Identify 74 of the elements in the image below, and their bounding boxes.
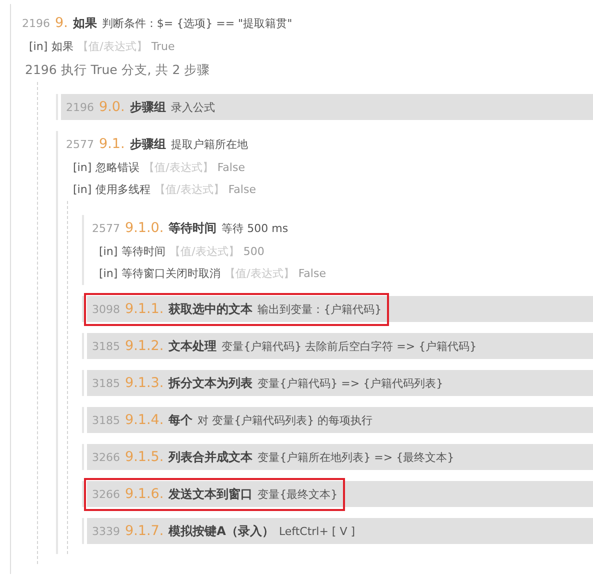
step-number: 9.0. — [99, 98, 125, 114]
param-type: 【值/表达式】 — [154, 182, 224, 198]
step-description: 变量{最终文本} — [258, 486, 338, 502]
step-row[interactable]: 3339 9.1.7. 模拟按键A（录入） LeftCtrl+ [ V ] — [87, 518, 593, 544]
line-number: 2196 — [22, 16, 50, 30]
param-name: 等待窗口关闭时取消 — [122, 266, 221, 282]
step-title: 模拟按键A（录入） — [168, 522, 274, 540]
step-title: 文本处理 — [168, 338, 217, 354]
step-description: 判断条件：$= {选项} == "提取籍贯" — [102, 16, 292, 30]
param-direction: [in] — [29, 39, 48, 55]
step-title: 步骤组 — [130, 98, 166, 116]
step-number: 9.1.7. — [125, 522, 164, 538]
line-number: 3266 — [92, 488, 120, 500]
step-description: 对 变量{户籍代码列表} 的每项执行 — [198, 412, 373, 428]
line-number: 2196 — [25, 61, 57, 79]
line-number: 3098 — [92, 302, 120, 316]
step-title: 如果 — [72, 14, 97, 32]
param-value: True — [151, 39, 175, 55]
step-number: 9.1.1. — [125, 300, 164, 316]
step-description: LeftCtrl+ [ V ] — [278, 524, 356, 538]
param-name: 等待时间 — [122, 244, 166, 260]
step-title: 获取选中的文本 — [168, 300, 253, 318]
step-title: 列表合并成文本 — [168, 448, 253, 466]
step-row[interactable]: 3185 9.1.4. 每个 对 变量{户籍代码列表} 的每项执行 — [87, 407, 593, 433]
param-value: 500 — [243, 244, 264, 260]
param-direction: [in] — [73, 182, 92, 198]
param-name: 忽略错误 — [96, 160, 140, 176]
step-title: 步骤组 — [130, 136, 166, 152]
param-type: 【值/表达式】 — [224, 266, 294, 282]
step-number: 9.1.5. — [125, 448, 164, 464]
param-direction: [in] — [99, 266, 118, 282]
step-description: 变量{户籍代码} 去除前后空白字符 => {户籍代码} — [222, 338, 477, 354]
param-value: False — [298, 266, 326, 282]
param-name: 使用多线程 — [96, 182, 151, 198]
step-row[interactable]: 3185 9.1.2. 文本处理 变量{户籍代码} 去除前后空白字符 => {户籍代码} — [87, 333, 593, 359]
step-title: 发送文本到窗口 — [168, 486, 253, 502]
param-value: False — [228, 182, 256, 198]
step-description: 提取户籍所在地 — [170, 136, 248, 152]
step-number: 9.1.2. — [125, 338, 164, 354]
param-value: False — [217, 160, 245, 176]
step-title: 等待时间 — [168, 220, 217, 236]
step-row[interactable]: 2577 9.1. 步骤组 提取户籍所在地 — [61, 131, 593, 157]
line-number: 3185 — [92, 414, 120, 426]
step-title: 拆分文本为列表 — [168, 374, 253, 392]
param-type: 【值/表达式】 — [170, 244, 240, 260]
step-row[interactable]: 2577 9.1.0. 等待时间 等待 500 ms — [87, 215, 593, 241]
line-number: 3339 — [92, 524, 120, 538]
line-number: 2196 — [66, 100, 94, 114]
line-number: 3185 — [92, 376, 120, 390]
step-row[interactable]: 3185 9.1.3. 拆分文本为列表 变量{户籍代码} => {户籍代码列表} — [87, 370, 593, 396]
step-row[interactable]: 2196 9.0. 步骤组 录入公式 — [61, 94, 593, 120]
param-direction: [in] — [99, 244, 118, 260]
step-description: 等待 500 ms — [222, 220, 288, 236]
step-number: 9.1.0. — [125, 220, 164, 236]
line-number: 2577 — [66, 138, 94, 150]
param-type: 【值/表达式】 — [78, 39, 148, 55]
step-description: 录入公式 — [170, 100, 215, 114]
step-number: 9.1. — [99, 136, 125, 152]
line-number: 3185 — [92, 340, 120, 352]
step-row[interactable]: 3266 9.1.5. 列表合并成文本 变量{户籍所在地列表} => {最终文本} — [87, 444, 593, 470]
step-title: 每个 — [168, 412, 193, 428]
line-number: 3266 — [92, 450, 120, 464]
param-name: 如果 — [52, 39, 74, 55]
param-direction: [in] — [73, 160, 92, 176]
step-description: 变量{户籍所在地列表} => {最终文本} — [258, 450, 454, 464]
step-description: 变量{户籍代码} => {户籍代码列表} — [258, 376, 444, 390]
step-number: 9.1.3. — [125, 374, 164, 390]
step-number: 9.1.6. — [125, 486, 164, 502]
param-type: 【值/表达式】 — [144, 160, 214, 176]
line-number: 2577 — [92, 222, 120, 234]
step-description: 输出到变量：{户籍代码} — [258, 302, 382, 316]
step-number: 9.1.4. — [125, 412, 164, 428]
branch-summary: 执行 True 分支, 共 2 步骤 — [60, 61, 210, 79]
step-number: 9. — [55, 14, 68, 30]
